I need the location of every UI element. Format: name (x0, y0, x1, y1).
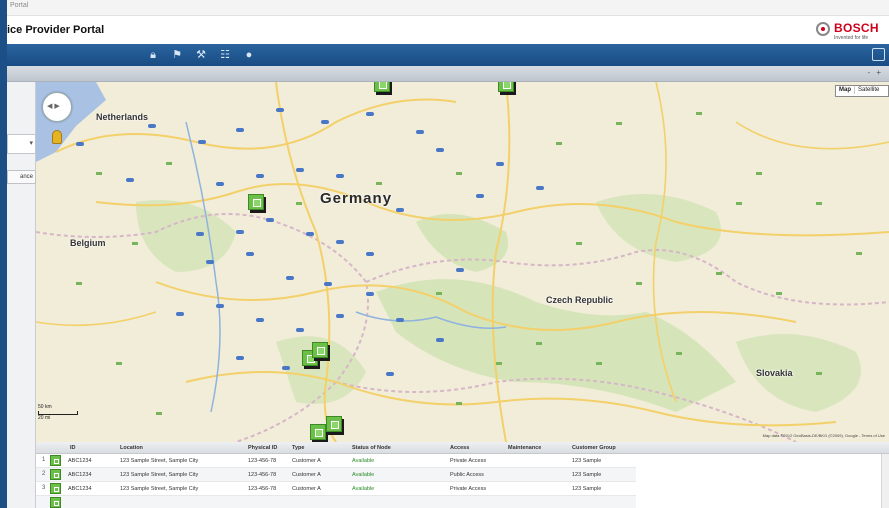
map-marker[interactable] (312, 342, 328, 358)
logo-tagline: Invented for life (834, 35, 869, 41)
cell-customer-group: 123 Sample (572, 458, 602, 464)
table-row[interactable]: 3 ABC1234 123 Sample Street, Sample City… (36, 482, 636, 496)
cell-id: ABC1234 (68, 458, 92, 464)
street-view-pegman-icon[interactable] (52, 130, 62, 144)
window-titlebar: Portal (7, 0, 889, 16)
column-header[interactable]: Location (120, 445, 143, 451)
map-subbar: - + (7, 66, 889, 82)
chevron-down-icon: ▾ (29, 140, 33, 147)
lock-icon[interactable]: 🔒︎ (145, 47, 161, 63)
app-title: ice Provider Portal (7, 24, 105, 36)
cell-status: Available (352, 486, 375, 492)
label-netherlands: Netherlands (96, 112, 149, 122)
map-marker[interactable] (498, 82, 514, 92)
window-control-icon[interactable] (872, 48, 885, 61)
cell-access: Private Access (450, 458, 487, 464)
map-marker[interactable] (248, 194, 264, 210)
cell-location: 123 Sample Street, Sample City (120, 472, 199, 478)
grid-scrollbar[interactable] (881, 454, 889, 508)
main-toolbar: 🔒︎ ⚑ ⚒ ☷ ● (7, 44, 889, 66)
scale-mi: 20 mi (38, 415, 51, 421)
row-number: 3 (42, 485, 46, 491)
left-edge-strip (0, 0, 7, 508)
cell-status: Available (352, 458, 375, 464)
label-slovakia: Slovakia (756, 368, 793, 378)
column-header[interactable]: ID (70, 445, 76, 451)
cell-access: Public Access (450, 472, 484, 478)
bosch-logo[interactable]: BOSCH Invented for life (816, 21, 886, 43)
cell-type: Customer A (292, 458, 321, 464)
cell-customer-group: 123 Sample (572, 486, 602, 492)
column-header[interactable]: Type (292, 445, 304, 451)
map-scale: 50 km 20 mi (38, 404, 78, 421)
cell-id: ABC1234 (68, 486, 92, 492)
scale-km: 50 km (38, 404, 52, 410)
tools-icon[interactable]: ⚒ (193, 47, 209, 63)
map-marker[interactable] (310, 424, 326, 440)
map-marker[interactable] (326, 416, 342, 432)
filter-dropdown[interactable]: ▾ (7, 134, 36, 154)
window-crumb: Portal (10, 2, 29, 9)
node-status-icon (50, 497, 61, 508)
cell-location: 123 Sample Street, Sample City (120, 486, 199, 492)
cell-access: Private Access (450, 486, 487, 492)
bookmark-icon[interactable]: ⚑ (169, 47, 185, 63)
column-header[interactable]: Access (450, 445, 469, 451)
cell-physical-id: 123-456-78 (248, 458, 277, 464)
table-row[interactable] (36, 496, 636, 508)
node-status-icon (50, 483, 61, 494)
node-status-icon (50, 469, 61, 480)
cell-customer-group: 123 Sample (572, 472, 602, 478)
map-credits[interactable]: Map data ©2012 GeoBasis-DE/BKG (©2009), … (763, 433, 885, 438)
cell-physical-id: 123-456-78 (248, 472, 277, 478)
label-germany: Germany (320, 190, 393, 207)
map-terrain (36, 82, 889, 442)
label-belgium: Belgium (70, 238, 106, 248)
cell-type: Customer A (292, 472, 321, 478)
map-marker[interactable] (374, 82, 390, 92)
cell-physical-id: 123-456-78 (248, 486, 277, 492)
filter-apply-button[interactable]: ance (7, 170, 36, 184)
portal-header: ice Provider Portal BOSCH Invented for l… (7, 16, 889, 44)
map-type-switcher[interactable]: Map Satellite (835, 85, 889, 97)
row-number: 1 (42, 457, 46, 463)
filter-sidepanel: ▾ ance (7, 82, 36, 508)
column-header[interactable]: Physical ID (248, 445, 277, 451)
table-row[interactable]: 2 ABC1234 123 Sample Street, Sample City… (36, 468, 636, 482)
bosch-armature-icon (816, 22, 830, 36)
column-header[interactable]: Status of Node (352, 445, 391, 451)
table-row[interactable]: 1 ABC1234 123 Sample Street, Sample City… (36, 454, 636, 468)
info-icon[interactable]: ● (241, 47, 257, 63)
row-number: 2 (42, 471, 46, 477)
zoom-controls[interactable]: - + (867, 68, 883, 77)
map-view[interactable]: Netherlands Germany Belgium Czech Republ… (36, 82, 889, 442)
map-type-satellite[interactable]: Satellite (855, 86, 882, 94)
cell-location: 123 Sample Street, Sample City (120, 458, 199, 464)
cell-type: Customer A (292, 486, 321, 492)
document-icon[interactable]: ☷ (217, 47, 233, 63)
node-status-icon (50, 455, 61, 466)
grid-header: ID Location Physical ID Type Status of N… (36, 442, 889, 454)
logo-brand: BOSCH (834, 21, 879, 35)
column-header[interactable]: Maintenance (508, 445, 541, 451)
cell-status: Available (352, 472, 375, 478)
node-grid: ID Location Physical ID Type Status of N… (36, 442, 889, 508)
map-type-map[interactable]: Map (836, 86, 855, 94)
label-czech-republic: Czech Republic (546, 295, 614, 305)
cell-id: ABC1234 (68, 472, 92, 478)
map-pan-control[interactable] (42, 92, 72, 122)
column-header[interactable]: Customer Group (572, 445, 616, 451)
